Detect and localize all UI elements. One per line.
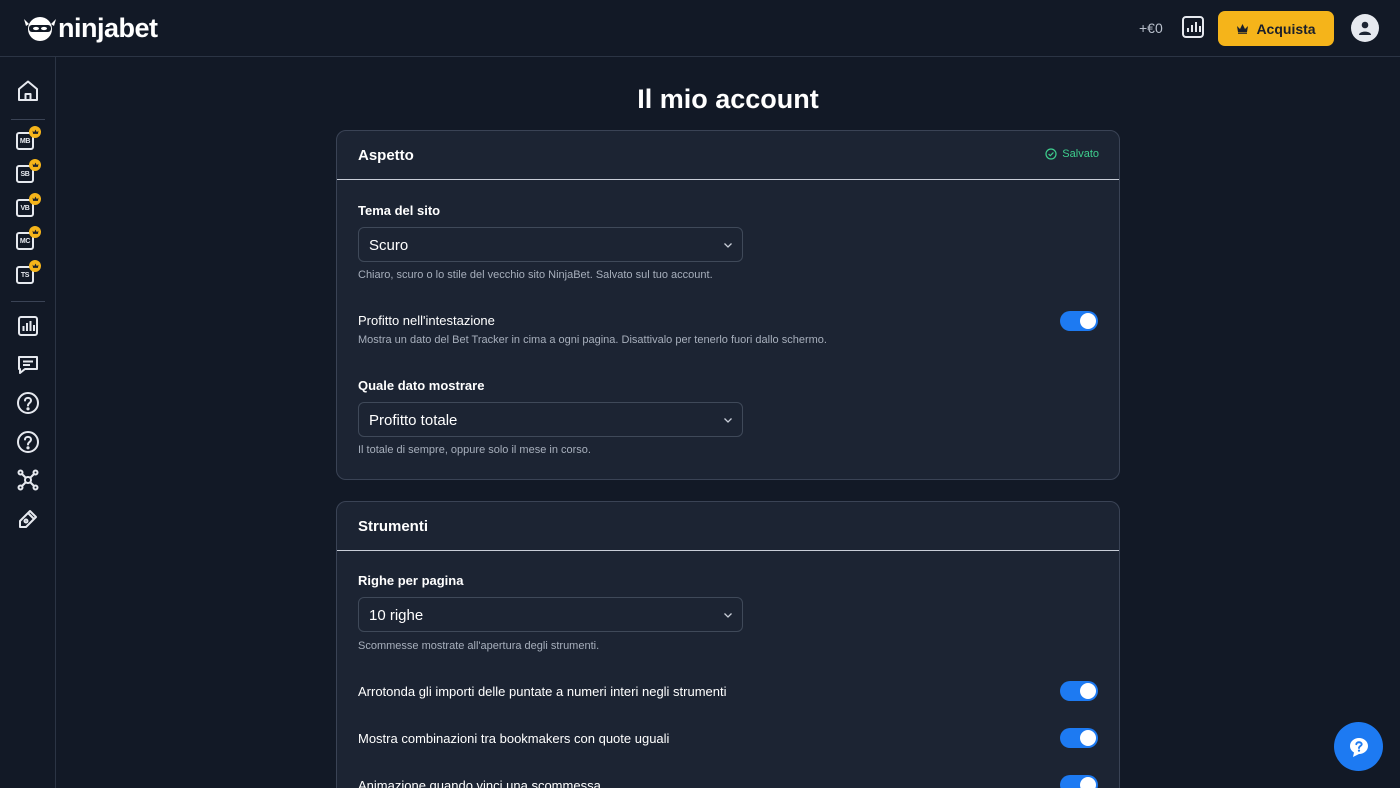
chevron-down-icon xyxy=(724,243,732,248)
check-circle-icon xyxy=(1045,148,1057,160)
appearance-card-header: Aspetto Salvato xyxy=(337,131,1119,180)
saved-status-label: Salvato xyxy=(1062,148,1099,160)
toggle-knob xyxy=(1080,313,1096,329)
toggle-knob xyxy=(1080,683,1096,699)
buy-button[interactable]: Acquista xyxy=(1218,11,1334,46)
which-data-help: Il totale di sempre, oppure solo il mese… xyxy=(358,444,591,456)
ninjabet-logo[interactable]: ninjabet xyxy=(24,12,158,44)
user-avatar[interactable] xyxy=(1351,14,1379,42)
appearance-card: Aspetto Salvato Tema del sito Scuro Chia… xyxy=(336,130,1120,480)
profit-header-toggle[interactable] xyxy=(1060,311,1098,331)
sidebar-item-home[interactable] xyxy=(16,79,40,103)
theme-help: Chiaro, scuro o lo stile del vecchio sit… xyxy=(358,269,713,281)
network-icon xyxy=(17,469,39,491)
win-animation-label: Animazione quando vinci una scommessa xyxy=(358,778,601,788)
bar-chart-icon xyxy=(1182,16,1204,38)
round-stakes-toggle[interactable] xyxy=(1060,681,1098,701)
sidebar-divider xyxy=(11,119,45,120)
sidebar-item-tool-vb[interactable]: VB xyxy=(16,193,41,220)
toggle-knob xyxy=(1080,777,1096,788)
chevron-down-icon xyxy=(724,418,732,423)
sidebar-item-tool-mc[interactable]: MC xyxy=(16,226,41,253)
help-chat-icon xyxy=(1349,737,1368,757)
home-icon xyxy=(18,80,38,101)
ninja-mask-icon xyxy=(24,17,56,41)
sidebar-item-community[interactable] xyxy=(16,468,40,492)
rows-select[interactable]: 10 righe xyxy=(358,597,743,632)
page-title: Il mio account xyxy=(637,84,819,114)
rows-label: Righe per pagina xyxy=(358,573,464,588)
sidebar: MB SB VB MC TS xyxy=(0,57,56,788)
toggle-knob xyxy=(1080,730,1096,746)
saved-status: Salvato xyxy=(1045,148,1099,160)
chevron-down-icon xyxy=(724,613,732,618)
question-circle-icon xyxy=(17,392,39,414)
sidebar-item-tool-mb[interactable]: MB xyxy=(16,126,41,153)
sidebar-item-edit[interactable] xyxy=(16,507,40,531)
appearance-title: Aspetto xyxy=(358,147,414,164)
which-data-select-value: Profitto totale xyxy=(369,412,458,429)
chat-icon xyxy=(18,356,38,374)
crown-icon xyxy=(1237,24,1249,34)
tools-card: Strumenti Righe per pagina 10 righe Scom… xyxy=(336,501,1120,788)
profit-header-label: Profitto nell'intestazione xyxy=(358,313,495,328)
win-animation-toggle[interactable] xyxy=(1060,775,1098,788)
sidebar-divider xyxy=(11,301,45,302)
tools-title: Strumenti xyxy=(358,518,429,535)
pen-icon xyxy=(19,510,37,528)
premium-crown-icon xyxy=(29,159,41,171)
theme-select-value: Scuro xyxy=(369,237,409,254)
logo-text: ninjabet xyxy=(58,12,158,43)
round-stakes-label: Arrotonda gli importi delle puntate a nu… xyxy=(358,684,727,699)
sidebar-item-bet-tracker[interactable] xyxy=(16,314,40,338)
buy-button-label: Acquista xyxy=(1256,20,1316,37)
question-circle-icon xyxy=(17,431,39,453)
equal-odds-label: Mostra combinazioni tra bookmakers con q… xyxy=(358,731,670,746)
sidebar-item-help[interactable] xyxy=(16,391,40,415)
support-chat-button[interactable] xyxy=(1334,722,1383,771)
tools-card-header: Strumenti xyxy=(337,502,1119,551)
equal-odds-toggle[interactable] xyxy=(1060,728,1098,748)
theme-label: Tema del sito xyxy=(358,203,441,218)
premium-crown-icon xyxy=(29,193,41,205)
sidebar-item-tool-ts[interactable]: TS xyxy=(16,260,41,287)
premium-crown-icon xyxy=(29,260,41,272)
premium-crown-icon xyxy=(29,126,41,138)
rows-help: Scommesse mostrate all'apertura degli st… xyxy=(358,640,600,652)
sidebar-item-messages[interactable] xyxy=(16,353,40,377)
header-profit: +€0 xyxy=(1139,20,1163,36)
bar-chart-icon xyxy=(18,316,38,336)
premium-crown-icon xyxy=(29,226,41,238)
which-data-label: Quale dato mostrare xyxy=(358,378,485,393)
rows-select-value: 10 righe xyxy=(369,607,424,624)
profit-header-help: Mostra un dato del Bet Tracker in cima a… xyxy=(358,334,827,346)
which-data-select[interactable]: Profitto totale xyxy=(358,402,743,437)
sidebar-item-tool-sb[interactable]: SB xyxy=(16,159,41,186)
user-icon xyxy=(1359,21,1371,35)
top-header: ninjabet +€0 Acquista xyxy=(0,0,1400,57)
sidebar-item-faq[interactable] xyxy=(16,430,40,454)
bet-tracker-button[interactable] xyxy=(1181,15,1205,39)
theme-select[interactable]: Scuro xyxy=(358,227,743,262)
